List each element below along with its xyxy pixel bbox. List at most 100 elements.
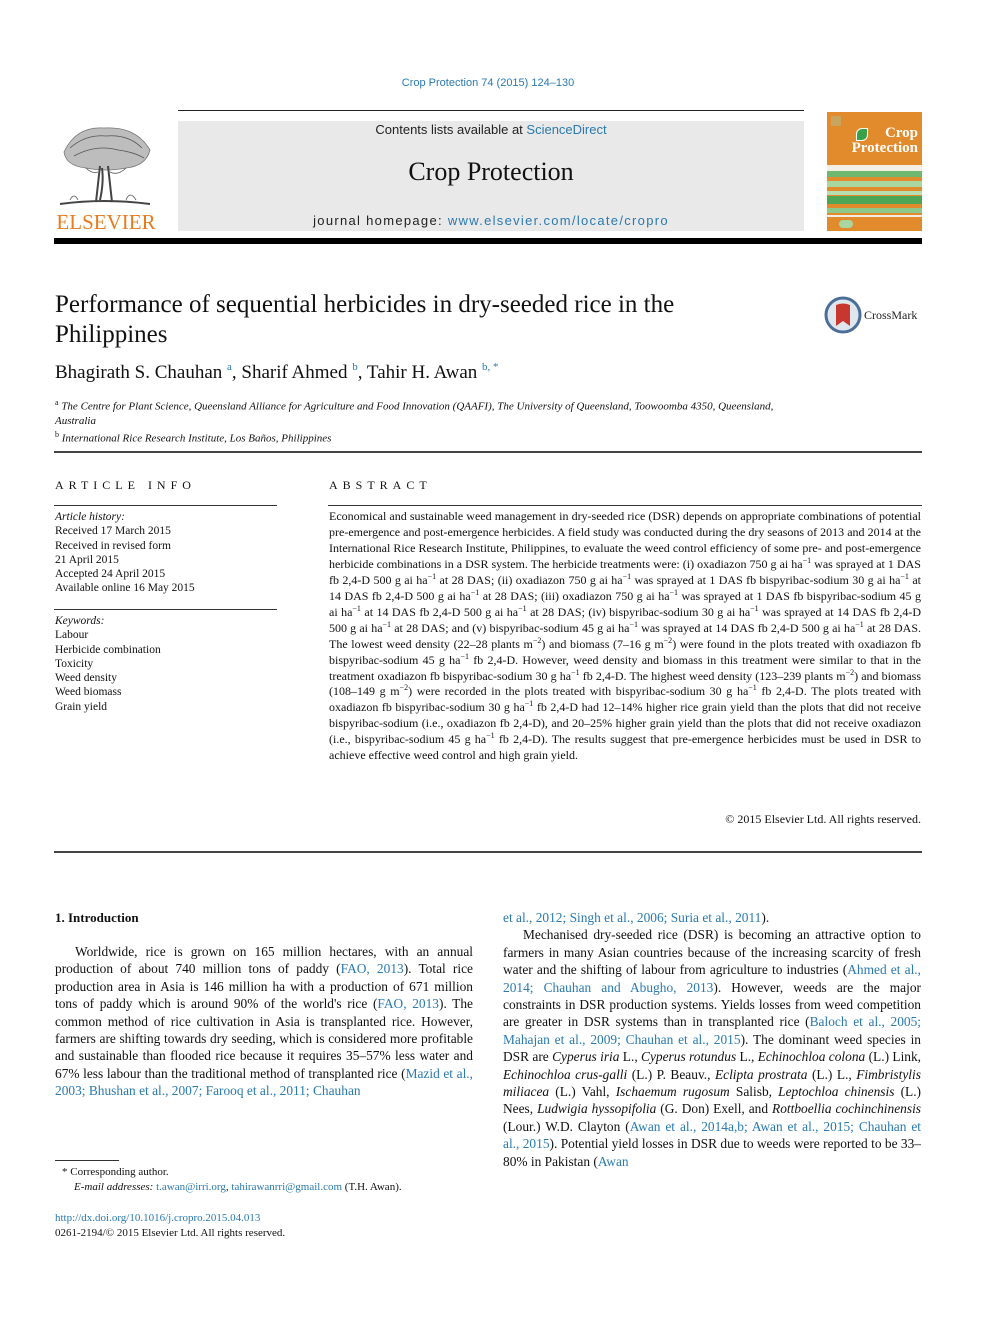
body-text: (L.) P. Beauv., [627, 1066, 715, 1082]
unit-exponent: −1 [802, 555, 812, 565]
journal-homepage-link[interactable]: www.elsevier.com/locate/cropro [448, 213, 669, 228]
contents-line: Contents lists available at ScienceDirec… [178, 122, 804, 137]
keyword: Weed biomass [55, 686, 122, 699]
issn-copyright: 0261-2194/© 2015 Elsevier Ltd. All right… [55, 1227, 286, 1239]
species-name: Cyperus iria [552, 1049, 620, 1065]
article-history-label: Article history: [55, 511, 125, 523]
body-paragraph-continued: et al., 2012; Singh et al., 2006; Suria … [503, 909, 921, 926]
section-divider [54, 851, 922, 853]
history-entry: Accepted 24 April 2015 [55, 568, 166, 581]
unit-exponent: −1 [622, 571, 632, 581]
elsevier-logo[interactable]: ELSEVIER [54, 118, 158, 234]
species-name: Leptochloa chinensis [778, 1084, 895, 1100]
affiliation: a The Centre for Plant Science, Queensla… [55, 396, 815, 428]
abstract-segment: fb 2,4-D. The highest weed density (123–… [579, 668, 846, 683]
abstract-segment: at 28 DAS; (ii) oxadiazon 750 g ai ha [436, 572, 623, 587]
abstract-heading: ABSTRACT [329, 478, 432, 492]
section-heading-introduction: 1. Introduction [55, 910, 139, 925]
body-paragraph: Worldwide, rice is grown on 165 million … [55, 943, 473, 1100]
abstract-copyright: © 2015 Elsevier Ltd. All rights reserved… [725, 812, 921, 826]
affiliation-key: a [55, 398, 59, 407]
history-entry: 21 April 2015 [55, 553, 119, 566]
species-name: Cyperus rotundus [641, 1049, 737, 1065]
email-link[interactable]: tahirawanrri@gmail.com [231, 1181, 342, 1193]
cover-stripe [827, 171, 922, 177]
species-name: Ludwigia hyssopifolia [537, 1101, 657, 1117]
history-entry: Received 17 March 2015 [55, 525, 171, 538]
species-name: Echinochloa colona [757, 1049, 866, 1065]
footnote-rule [55, 1160, 119, 1161]
footnotes: * Corresponding author. E-mail addresses… [62, 1165, 482, 1195]
citation-link[interactable]: FAO, 2013 [377, 996, 439, 1011]
citation-link[interactable]: Awan [598, 1154, 629, 1169]
journal-name: Crop Protection [408, 157, 574, 186]
history-entry: Received in revised form [55, 539, 171, 552]
abstract-segment: was sprayed at 14 DAS fb 2,4-D 500 g ai … [638, 620, 856, 635]
author-name[interactable]: Sharif Ahmed [241, 362, 347, 383]
affiliation-key: b [55, 429, 59, 439]
author-affiliation-marker[interactable]: b, * [482, 361, 499, 373]
keyword: Grain yield [55, 700, 108, 713]
doi-link[interactable]: http://dx.doi.org/10.1016/j.cropro.2015.… [55, 1212, 260, 1224]
body-text: L., [736, 1049, 758, 1065]
abstract-segment: at 28 DAS; (iii) oxadiazon 750 g ai ha [479, 588, 670, 603]
keyword: Herbicide combination [55, 643, 161, 656]
abstract-segment: at 28 DAS; (iv) bispyribac-sodium 30 g a… [526, 604, 751, 619]
unit-exponent: −1 [518, 603, 527, 613]
unit-exponent: −2 [845, 667, 855, 677]
body-text: Salisb, [729, 1084, 779, 1100]
author-name[interactable]: Bhagirath S. Chauhan [55, 362, 222, 383]
abstract-segment: was sprayed at 1 DAS fb bispyribac-sodiu… [631, 572, 901, 587]
cover-title-line1: Crop [884, 125, 918, 141]
email-link[interactable]: t.awan@irri.org [156, 1181, 226, 1193]
unit-exponent: −1 [470, 587, 480, 597]
article-info-rule [54, 505, 277, 506]
species-name: Rottboellia cochinchinensis [772, 1101, 921, 1117]
body-text: (L.) L., [807, 1066, 857, 1082]
abstract-segment: at 14 DAS fb 2,4-D 500 g ai ha [360, 604, 519, 619]
journal-cover-thumbnail[interactable]: Crop Protection [827, 112, 922, 231]
unit-exponent: −1 [900, 571, 909, 581]
journal-citation-link[interactable]: Crop Protection 74 (2015) 124–130 [0, 77, 976, 89]
keyword: Labour [55, 629, 89, 642]
article-title: Performance of sequential herbicides in … [55, 291, 675, 348]
keyword: Weed density [55, 672, 117, 685]
abstract-rule [328, 505, 922, 506]
crossmark-button[interactable]: CrossMark [824, 296, 924, 336]
body-text: ). [761, 910, 770, 925]
cover-stripe [827, 215, 922, 217]
sciencedirect-link[interactable]: ScienceDirect [526, 122, 606, 137]
citation-link[interactable]: FAO, 2013 [341, 961, 404, 976]
unit-exponent: −1 [855, 619, 864, 629]
contents-prefix: Contents lists available at [375, 122, 527, 137]
body-text: (L.) Vahl, [549, 1084, 616, 1100]
doi-block: http://dx.doi.org/10.1016/j.cropro.2015.… [55, 1211, 475, 1241]
elsevier-tree-icon [56, 122, 154, 208]
abstract-segment: ) were recorded in the plots treated wit… [408, 684, 749, 699]
species-name: Eclipta prostrata [714, 1066, 808, 1082]
keywords-rule [54, 609, 277, 610]
cover-stripe [827, 181, 922, 187]
cover-title: Crop Protection [852, 126, 918, 156]
body-text: (Lour.) W.D. Clayton ( [503, 1118, 630, 1134]
author-separator: , [357, 362, 367, 383]
cover-stripe [827, 196, 922, 204]
affiliations: a The Centre for Plant Science, Queensla… [55, 396, 815, 445]
email-line: E-mail addresses: t.awan@irri.org, tahir… [62, 1180, 482, 1195]
elsevier-wordmark: ELSEVIER [56, 210, 156, 234]
email-owner: (T.H. Awan). [342, 1181, 402, 1193]
species-name: Echinochloa crus-galli [503, 1066, 628, 1082]
citation-link[interactable]: et al., 2012; Singh et al., 2006; Suria … [503, 910, 761, 925]
unit-exponent: −1 [669, 587, 679, 597]
crossmark-icon [824, 296, 862, 334]
article-info-heading: ARTICLE INFO [55, 478, 196, 492]
author-name[interactable]: Tahir H. Awan [367, 362, 477, 383]
unit-exponent: −1 [352, 603, 361, 613]
unit-exponent: −1 [382, 619, 392, 629]
keywords-label: Keywords: [55, 615, 105, 627]
affiliation-text: International Rice Research Institute, L… [61, 432, 332, 445]
body-text: L., [619, 1049, 642, 1065]
header-top-rule [178, 110, 804, 111]
body-column-right: et al., 2012; Singh et al., 2006; Suria … [503, 909, 921, 1170]
crossmark-label: CrossMark [864, 308, 918, 322]
